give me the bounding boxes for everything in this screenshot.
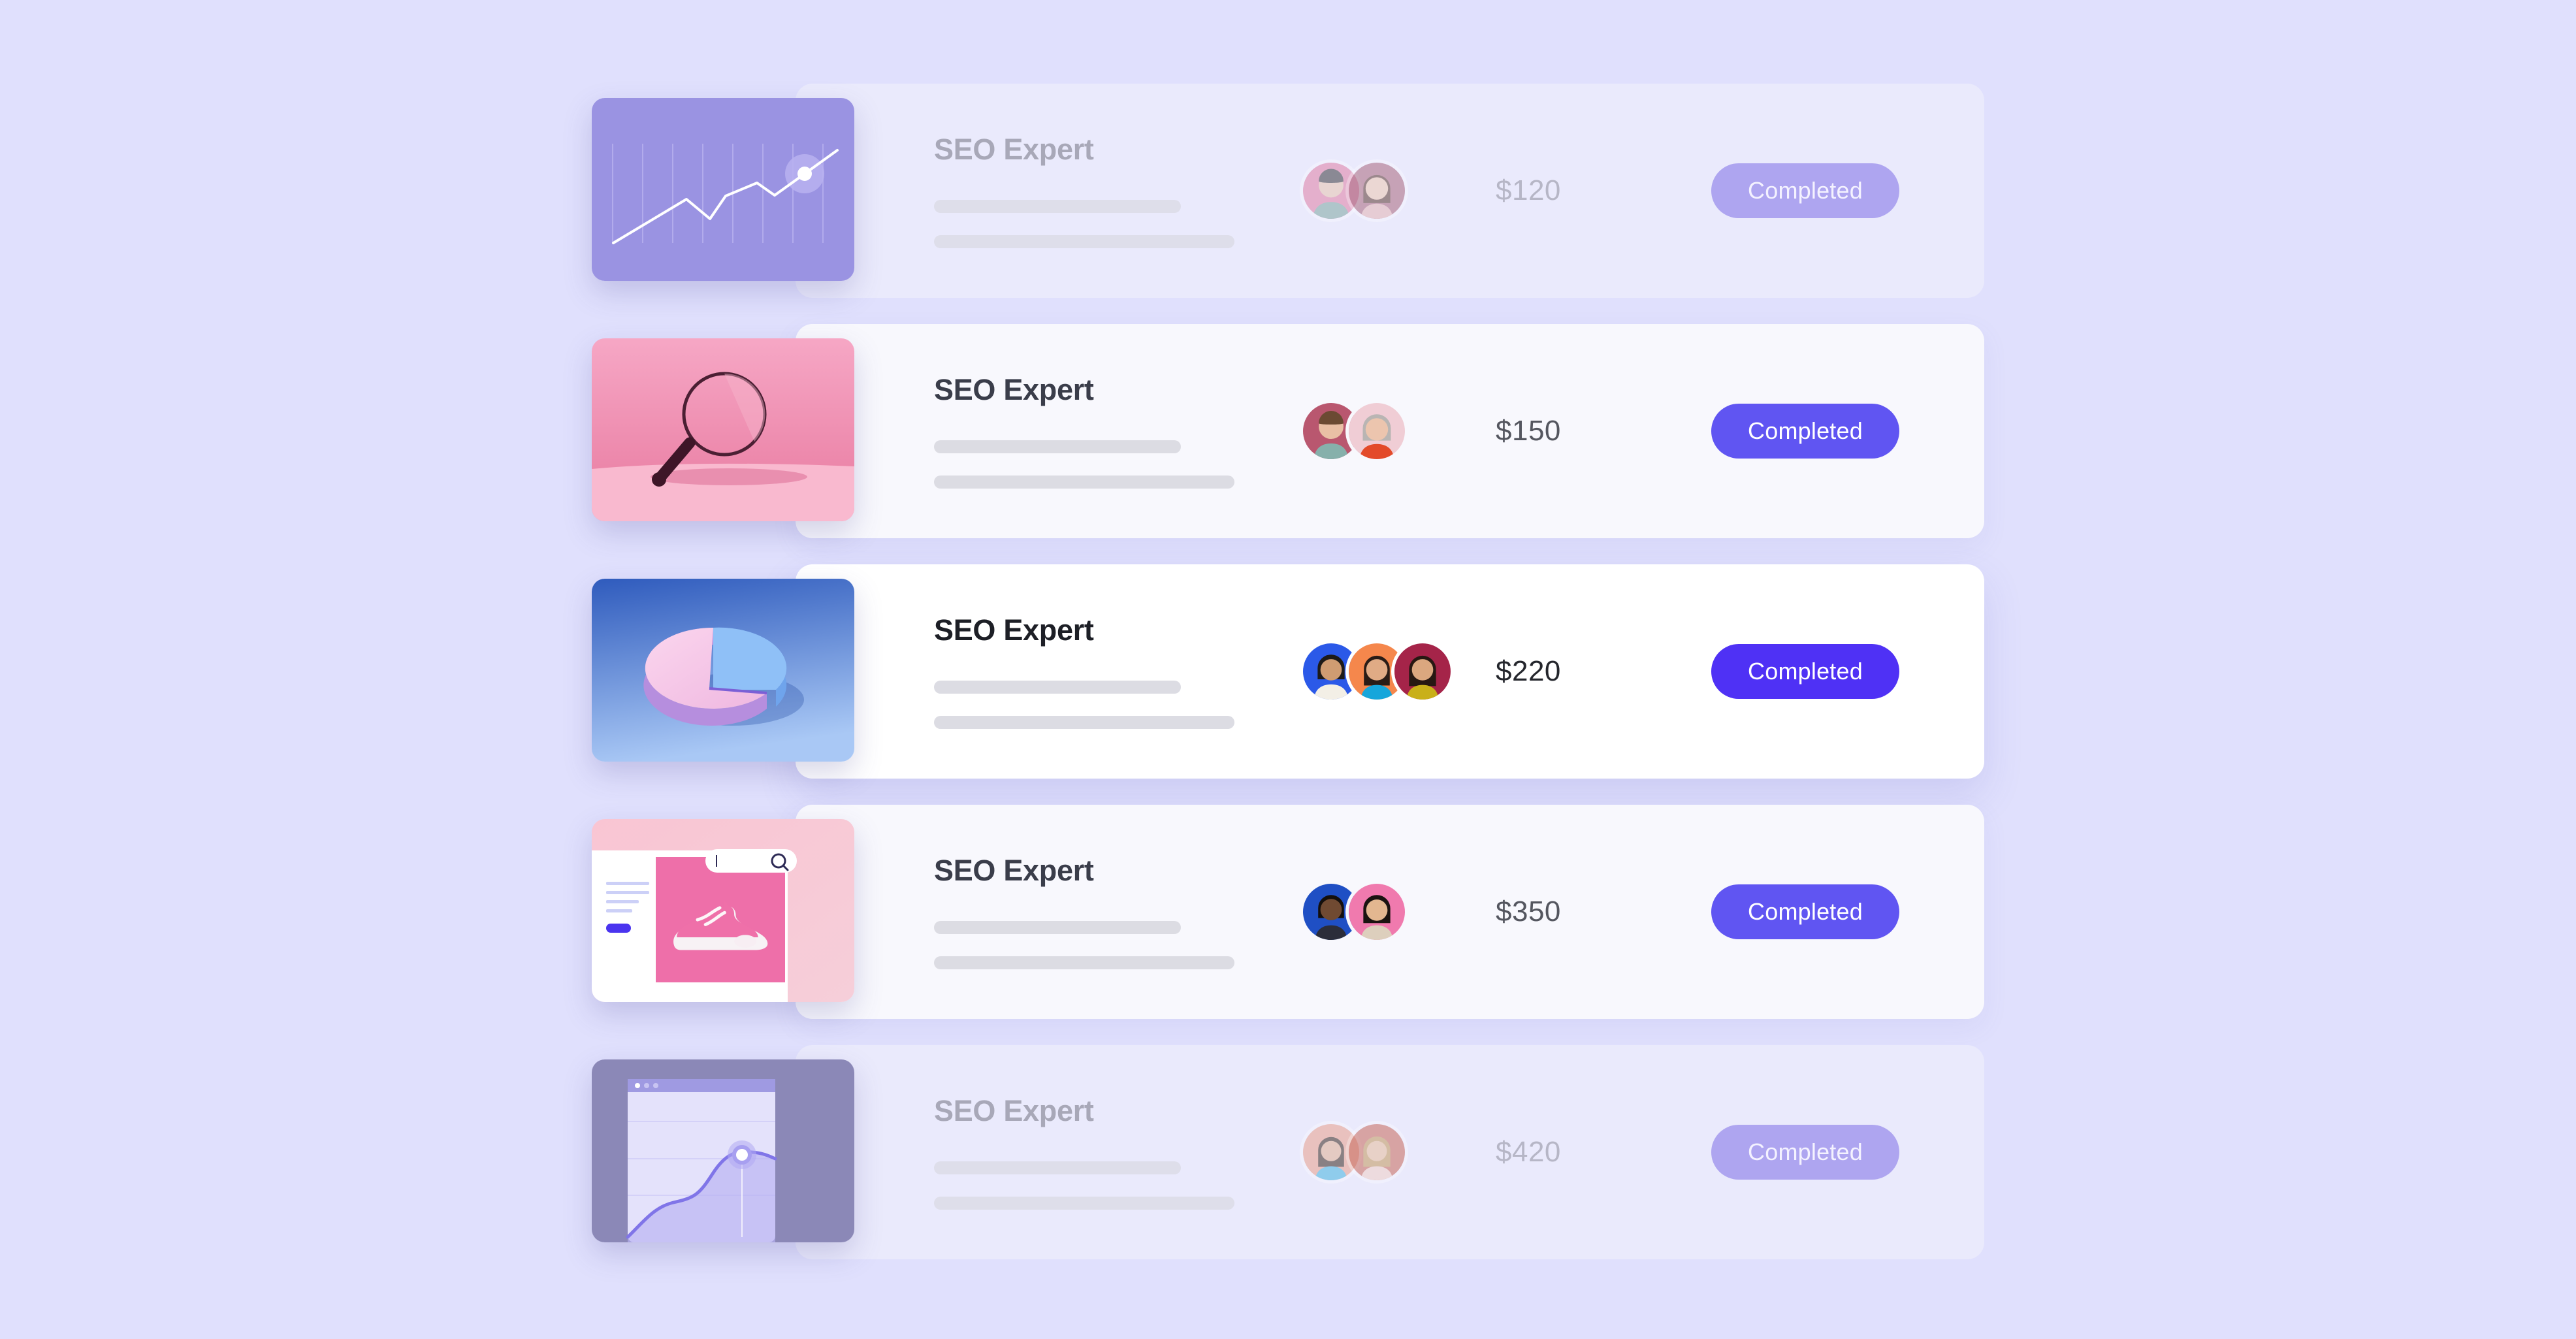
skeleton-line-2	[934, 234, 1234, 248]
job-title: SEO Expert	[934, 854, 1094, 888]
status-badge[interactable]: Completed	[1711, 163, 1899, 218]
line-chart-thumbnail[interactable]	[592, 98, 854, 281]
status-badge[interactable]: Completed	[1711, 404, 1899, 459]
status-area: Completed	[1711, 884, 1941, 939]
job-row-content: SEO Expert $220 Completed	[796, 564, 1984, 779]
job-meta: SEO Expert	[934, 133, 1300, 248]
avatar-group[interactable]	[1300, 880, 1496, 943]
avatar[interactable]	[1345, 880, 1408, 943]
job-price: $220	[1496, 655, 1561, 687]
status-area: Completed	[1711, 163, 1941, 218]
skeleton-line-1	[934, 920, 1181, 934]
job-list-board: SEO Expert $120 Completed SEO Expert $15…	[0, 0, 2576, 1339]
avatar[interactable]	[1345, 159, 1408, 222]
job-meta: SEO Expert	[934, 374, 1300, 489]
job-title: SEO Expert	[934, 133, 1094, 167]
job-row[interactable]: SEO Expert $350 Completed	[796, 805, 1984, 1019]
browser-area-chart-thumbnail[interactable]	[592, 1059, 854, 1242]
status-area: Completed	[1711, 644, 1941, 699]
job-row[interactable]: SEO Expert $420 Completed	[796, 1045, 1984, 1259]
job-title: SEO Expert	[934, 1094, 1094, 1128]
avatar-group[interactable]	[1300, 400, 1496, 462]
skeleton-line-1	[934, 1161, 1181, 1174]
skeleton-line-2	[934, 956, 1234, 969]
skeleton-line-1	[934, 440, 1181, 453]
status-badge[interactable]: Completed	[1711, 644, 1899, 699]
job-row-content: SEO Expert $420 Completed	[796, 1045, 1984, 1259]
skeleton-line-2	[934, 715, 1234, 729]
job-row-content: SEO Expert $120 Completed	[796, 84, 1984, 298]
job-row-content: SEO Expert $150 Completed	[796, 324, 1984, 538]
job-row[interactable]: SEO Expert $220 Completed	[796, 564, 1984, 779]
skeleton-line-1	[934, 199, 1181, 213]
status-badge[interactable]: Completed	[1711, 1125, 1899, 1180]
job-meta: SEO Expert	[934, 1095, 1300, 1210]
job-price: $120	[1496, 174, 1561, 206]
avatar[interactable]	[1391, 640, 1454, 703]
status-badge[interactable]: Completed	[1711, 884, 1899, 939]
skeleton-line-1	[934, 680, 1181, 694]
job-meta: SEO Expert	[934, 614, 1300, 729]
job-price: $420	[1496, 1136, 1561, 1168]
skeleton-line-2	[934, 1196, 1234, 1210]
skeleton-line-2	[934, 475, 1234, 489]
avatar-group[interactable]	[1300, 640, 1496, 703]
magnifying-glass-thumbnail[interactable]	[592, 338, 854, 521]
job-price: $150	[1496, 415, 1561, 447]
status-area: Completed	[1711, 404, 1941, 459]
avatar-group[interactable]	[1300, 1121, 1496, 1184]
status-area: Completed	[1711, 1125, 1941, 1180]
avatar[interactable]	[1345, 1121, 1408, 1184]
ecommerce-sneaker-thumbnail[interactable]	[592, 819, 854, 1002]
avatar-group[interactable]	[1300, 159, 1496, 222]
pie-chart-thumbnail[interactable]	[592, 579, 854, 762]
job-price: $350	[1496, 895, 1561, 928]
avatar[interactable]	[1345, 400, 1408, 462]
job-title: SEO Expert	[934, 613, 1094, 647]
job-row[interactable]: SEO Expert $150 Completed	[796, 324, 1984, 538]
job-meta: SEO Expert	[934, 854, 1300, 969]
job-row-content: SEO Expert $350 Completed	[796, 805, 1984, 1019]
job-row[interactable]: SEO Expert $120 Completed	[796, 84, 1984, 298]
job-title: SEO Expert	[934, 373, 1094, 407]
